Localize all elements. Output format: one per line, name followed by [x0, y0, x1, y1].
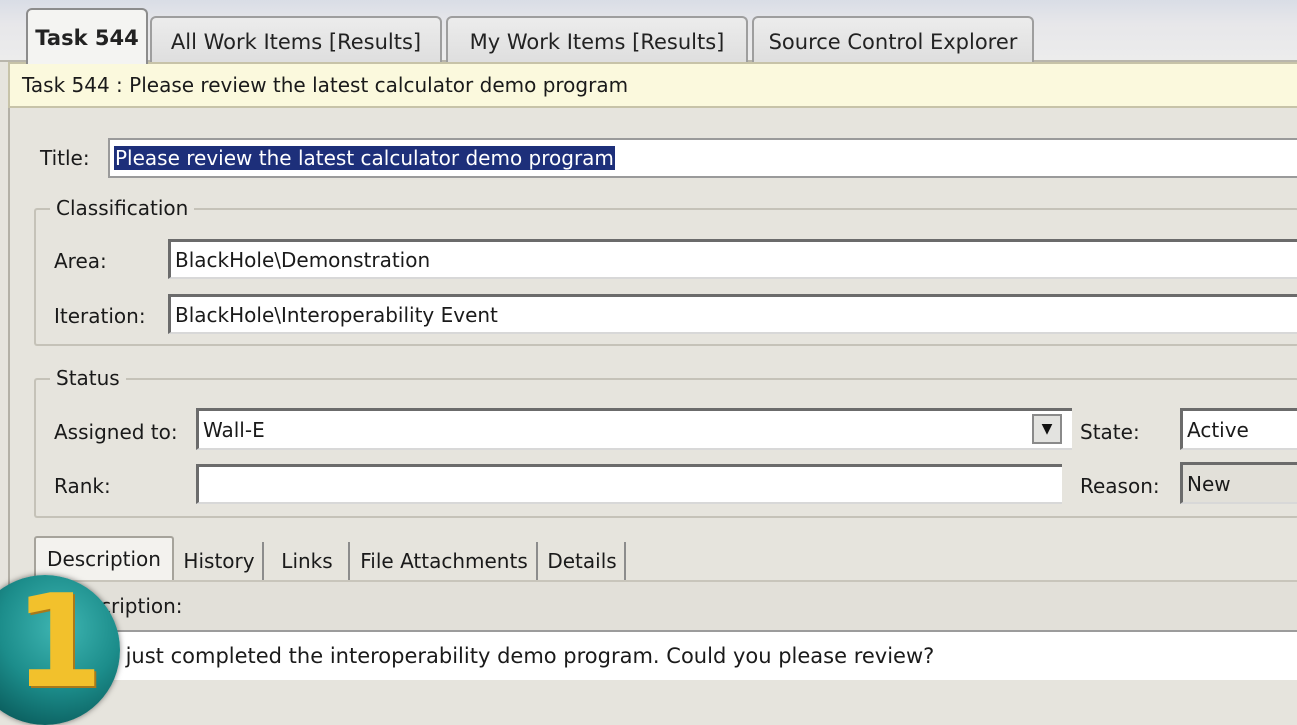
rank-field[interactable]: [196, 464, 1062, 504]
assigned-to-value: Wall-E: [203, 417, 265, 442]
state-value: Active: [1187, 417, 1249, 442]
iteration-field[interactable]: BlackHole\Interoperability Event: [168, 294, 1297, 334]
reason-value: New: [1187, 471, 1231, 496]
area-label: Area:: [54, 249, 107, 273]
document-tab-strip: Task 544 All Work Items [Results] My Wor…: [0, 0, 1297, 64]
state-label: State:: [1080, 420, 1140, 444]
tab-history[interactable]: History: [176, 542, 264, 580]
description-text: e just completed the interoperability de…: [106, 644, 935, 668]
status-legend: Status: [50, 366, 126, 390]
subtab-label: File Attachments: [360, 549, 528, 573]
detail-tabs: Description History Links File Attachmen…: [34, 536, 1294, 580]
tab-my-work-items[interactable]: My Work Items [Results]: [446, 16, 748, 64]
state-field[interactable]: Active: [1180, 408, 1297, 450]
subtab-label: Links: [281, 549, 333, 573]
description-panel: cription:: [30, 580, 1297, 630]
step-number: 1: [14, 568, 104, 717]
tab-label: Task 544: [35, 26, 139, 50]
tab-details[interactable]: Details: [540, 542, 626, 580]
reason-label: Reason:: [1080, 474, 1160, 498]
description-label: cription:: [100, 594, 183, 618]
caption-text: Task 544 : Please review the latest calc…: [22, 73, 629, 97]
tab-file-attachments[interactable]: File Attachments: [352, 542, 538, 580]
iteration-label: Iteration:: [54, 304, 146, 328]
description-text-area[interactable]: e just completed the interoperability de…: [10, 630, 1297, 680]
tab-label: My Work Items [Results]: [469, 30, 725, 54]
rank-label: Rank:: [54, 474, 111, 498]
step-number-badge: 1: [0, 575, 120, 725]
area-field[interactable]: BlackHole\Demonstration: [168, 239, 1297, 279]
iteration-value: BlackHole\Interoperability Event: [175, 302, 498, 327]
classification-legend: Classification: [50, 196, 195, 220]
tab-source-control-explorer[interactable]: Source Control Explorer: [752, 16, 1034, 64]
subtab-label: History: [183, 549, 255, 573]
title-value: Please review the latest calculator demo…: [114, 146, 615, 170]
area-value: BlackHole\Demonstration: [175, 247, 431, 272]
tab-links[interactable]: Links: [266, 542, 350, 580]
title-label: Title:: [40, 146, 90, 170]
assigned-to-label: Assigned to:: [54, 420, 178, 444]
tab-task-544[interactable]: Task 544: [26, 8, 148, 64]
tab-label: All Work Items [Results]: [170, 30, 422, 54]
subtab-label: Details: [547, 549, 617, 573]
work-item-form: Title: Please review the latest calculat…: [8, 108, 1297, 680]
work-item-caption: Task 544 : Please review the latest calc…: [8, 62, 1297, 108]
title-field[interactable]: Please review the latest calculator demo…: [108, 138, 1297, 178]
chevron-down-icon[interactable]: ▼: [1032, 414, 1062, 444]
reason-field: New: [1180, 462, 1297, 504]
tab-all-work-items[interactable]: All Work Items [Results]: [150, 16, 442, 64]
tab-label: Source Control Explorer: [768, 30, 1018, 54]
assigned-to-combobox[interactable]: Wall-E: [196, 408, 1072, 450]
